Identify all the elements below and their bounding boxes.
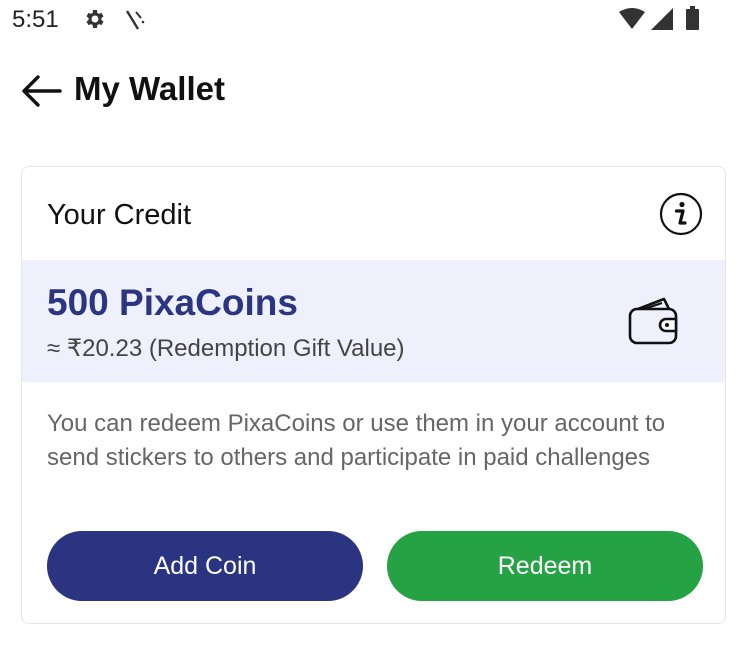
add-coin-button[interactable]: Add Coin	[47, 531, 363, 601]
page-title: My Wallet	[74, 70, 225, 107]
no-sim-icon	[125, 10, 145, 30]
credit-card: Your Credit 500 PixaCoins ≈ ₹20.23 (Rede…	[21, 166, 726, 624]
balance-panel: 500 PixaCoins ≈ ₹20.23 (Redemption Gift …	[22, 260, 725, 382]
card-heading: Your Credit	[47, 199, 192, 231]
signal-icon	[651, 8, 673, 30]
status-bar: 5:51	[0, 0, 748, 40]
arrow-left-icon	[22, 75, 62, 107]
gift-value: ≈ ₹20.23 (Redemption Gift Value)	[47, 335, 405, 362]
wallet-icon	[628, 297, 678, 345]
status-time: 5:51	[12, 6, 59, 33]
gear-icon	[86, 10, 104, 28]
coin-balance: 500 PixaCoins	[47, 282, 298, 323]
wallet-description: You can redeem PixaCoins or use them in …	[47, 410, 666, 471]
redeem-button[interactable]: Redeem	[387, 531, 703, 601]
battery-icon	[686, 6, 699, 30]
wifi-icon	[619, 8, 645, 29]
info-button[interactable]	[659, 192, 703, 236]
info-icon	[659, 192, 703, 236]
back-button[interactable]	[18, 72, 64, 110]
app-bar: My Wallet	[0, 60, 748, 120]
